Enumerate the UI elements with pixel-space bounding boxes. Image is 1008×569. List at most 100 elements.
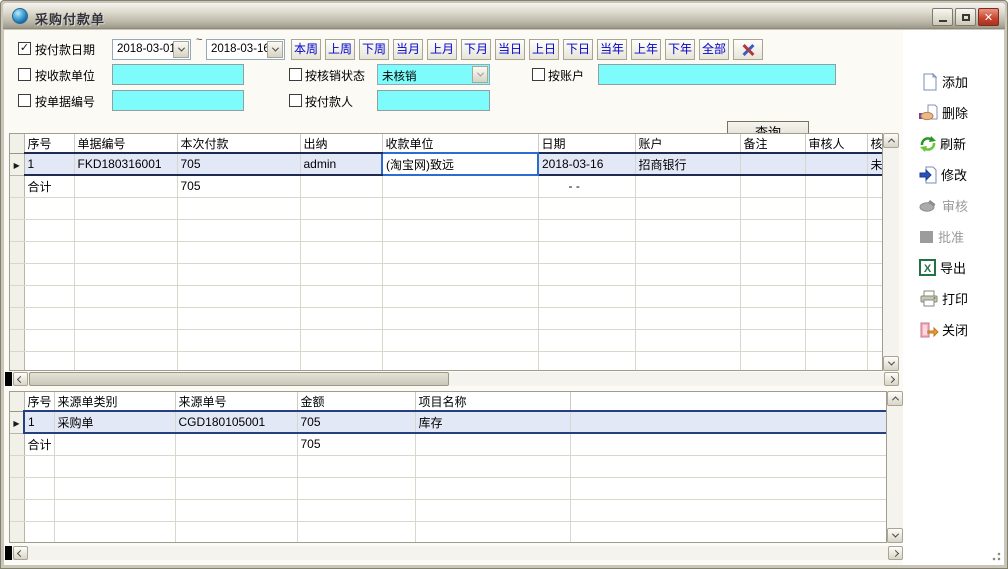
payee-label: 按收款单位 (35, 67, 95, 84)
date-to-combo[interactable]: 2018-03-16 (206, 39, 285, 60)
maximize-button[interactable] (955, 8, 976, 26)
titlebar[interactable]: 采购付款单 ✕ (3, 3, 1005, 29)
account-checkbox[interactable] (532, 68, 545, 81)
scroll-down-button[interactable] (883, 356, 899, 371)
pay-date-checkbox[interactable]: ✓ (18, 42, 31, 55)
col-payee[interactable]: 收款单位 (382, 134, 538, 153)
col-date[interactable]: 日期 (538, 134, 635, 153)
col-payment[interactable]: 本次付款 (177, 134, 300, 153)
minimize-icon (939, 20, 947, 22)
doc-no-checkbox[interactable] (18, 94, 31, 107)
col-seq[interactable]: 序号 (24, 134, 74, 153)
payer-input[interactable] (377, 90, 490, 111)
approve-button: 批准 (919, 223, 1007, 250)
scroll-right-button[interactable] (888, 546, 903, 560)
verify-status-checkbox[interactable] (289, 68, 302, 81)
pane-splitter[interactable] (5, 546, 12, 560)
audit-button: 审核 (919, 192, 1007, 219)
main-table-hscrollbar[interactable] (5, 372, 899, 386)
range-this-week-button[interactable]: 本周 (291, 39, 321, 60)
export-button[interactable]: X 导出 (919, 254, 1007, 281)
detail-table-hscrollbar[interactable] (5, 546, 903, 560)
total-row[interactable]: 合计 705 - - (10, 175, 883, 197)
excel-export-icon: X (919, 259, 937, 277)
refresh-icon (919, 135, 937, 153)
range-next-month-button[interactable]: 下月 (461, 39, 491, 60)
col-doc-no[interactable]: 单据编号 (74, 134, 177, 153)
verify-status-select[interactable]: 未核销 (377, 64, 490, 85)
focused-cell[interactable]: (淘宝网)致远 (382, 153, 538, 175)
close-icon: ✕ (984, 11, 993, 24)
chevron-down-icon[interactable] (472, 66, 488, 83)
range-last-year-button[interactable]: 上年 (631, 39, 661, 60)
col-remark[interactable]: 备注 (740, 134, 805, 153)
pay-date-label: 按付款日期 (35, 41, 95, 58)
detail-table-vscrollbar[interactable] (887, 391, 903, 543)
main-table: 序号 单据编号 本次付款 出纳 收款单位 日期 账户 备注 审核人 核销 ▶ (9, 133, 883, 371)
col-seq[interactable]: 序号 (24, 392, 54, 411)
date-from-combo[interactable]: 2018-03-01 (112, 39, 191, 60)
print-button[interactable]: 打印 (919, 285, 1007, 312)
range-today-button[interactable]: 当日 (495, 39, 525, 60)
range-last-week-button[interactable]: 上周 (325, 39, 355, 60)
scroll-up-button[interactable] (883, 133, 899, 148)
verify-status-value: 未核销 (382, 68, 417, 84)
range-next-year-button[interactable]: 下年 (665, 39, 695, 60)
table-row-empty (10, 307, 883, 329)
scroll-left-button[interactable] (13, 546, 28, 560)
range-tomorrow-button[interactable]: 下日 (563, 39, 593, 60)
total-row[interactable]: 合计 705 (10, 433, 887, 455)
table-row[interactable]: ▶ 1 FKD180316001 705 admin (淘宝网)致远 2018-… (10, 153, 883, 175)
col-auditor[interactable]: 审核人 (805, 134, 867, 153)
window-title: 采购付款单 (35, 9, 105, 28)
modify-button[interactable]: 修改 (919, 161, 1007, 188)
payer-label: 按付款人 (305, 93, 353, 110)
verify-status-label: 按核销状态 (305, 67, 365, 84)
main-table-header-row: 序号 单据编号 本次付款 出纳 收款单位 日期 账户 备注 审核人 核销 (10, 134, 883, 153)
chevron-down-icon[interactable] (267, 41, 283, 58)
scroll-up-button[interactable] (887, 391, 903, 406)
pane-splitter[interactable] (5, 372, 12, 386)
hscroll-thumb[interactable] (29, 372, 449, 386)
payer-checkbox[interactable] (289, 94, 302, 107)
col-verify[interactable]: 核销 (867, 134, 883, 153)
minimize-button[interactable] (932, 8, 953, 26)
col-amount[interactable]: 金额 (297, 392, 415, 411)
table-row-empty (10, 521, 887, 543)
scroll-down-button[interactable] (887, 528, 903, 543)
scroll-right-button[interactable] (884, 372, 899, 386)
resize-grip[interactable] (989, 549, 1001, 561)
close-button[interactable]: ✕ (978, 8, 999, 26)
payee-checkbox[interactable] (18, 68, 31, 81)
range-next-week-button[interactable]: 下周 (359, 39, 389, 60)
chevron-down-icon[interactable] (173, 41, 189, 58)
doc-no-input[interactable] (112, 90, 244, 111)
col-project-name[interactable]: 项目名称 (415, 392, 570, 411)
edit-icon (919, 166, 938, 184)
account-input[interactable] (598, 64, 836, 85)
table-row[interactable]: ▶ 1 采购单 CGD180105001 705 库存 (10, 411, 887, 433)
scroll-left-button[interactable] (13, 372, 28, 386)
range-this-year-button[interactable]: 当年 (597, 39, 627, 60)
col-extra (570, 392, 887, 411)
table-row-empty (10, 197, 883, 219)
col-source-no[interactable]: 来源单号 (175, 392, 297, 411)
main-table-vscrollbar[interactable] (883, 133, 899, 371)
add-button[interactable]: 添加 (919, 68, 1007, 95)
row-selector-header (10, 134, 24, 153)
delete-button[interactable]: 删除 (919, 99, 1007, 126)
custom-filter-button[interactable] (733, 39, 763, 60)
range-yesterday-button[interactable]: 上日 (529, 39, 559, 60)
range-this-month-button[interactable]: 当月 (393, 39, 423, 60)
tools-icon (740, 42, 756, 58)
refresh-button[interactable]: 刷新 (919, 130, 1007, 157)
range-last-month-button[interactable]: 上月 (427, 39, 457, 60)
close-form-button[interactable]: 关闭 (919, 316, 1007, 343)
table-row-empty (10, 499, 887, 521)
table-row-empty (10, 455, 887, 477)
col-account[interactable]: 账户 (635, 134, 740, 153)
payee-input[interactable] (112, 64, 244, 85)
col-cashier[interactable]: 出纳 (300, 134, 382, 153)
range-all-button[interactable]: 全部 (699, 39, 729, 60)
col-source-type[interactable]: 来源单类别 (54, 392, 175, 411)
